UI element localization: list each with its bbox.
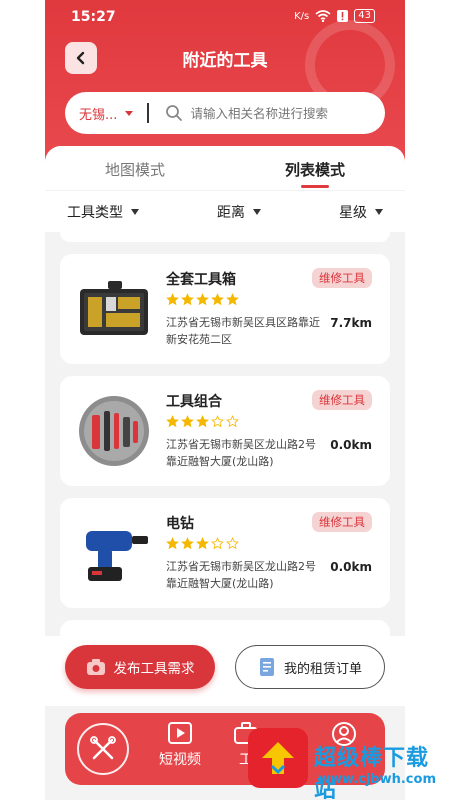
star-filled-icon <box>181 415 194 428</box>
star-filled-icon <box>226 293 239 306</box>
category-tag: 维修工具 <box>312 390 372 410</box>
star-filled-icon <box>166 537 179 550</box>
city-label: 无锡... <box>79 107 118 123</box>
download-logo-icon <box>248 728 308 788</box>
star-empty-icon <box>226 537 239 550</box>
tool-set-icon <box>78 392 150 470</box>
status-bar: 15:27 K/s 43 <box>45 0 405 34</box>
star-filled-icon <box>196 537 209 550</box>
tab-tools-home[interactable] <box>77 723 129 775</box>
star-empty-icon <box>226 415 239 428</box>
status-time: 15:27 <box>71 9 116 25</box>
watermark-title: 超级棒下载站 <box>314 746 430 800</box>
star-empty-icon <box>211 415 224 428</box>
filter-rating[interactable]: 星级 <box>339 202 383 222</box>
orders-label: 我的租赁订单 <box>283 661 362 677</box>
star-filled-icon <box>196 293 209 306</box>
star-filled-icon <box>196 415 209 428</box>
caret-down-icon <box>125 110 134 116</box>
status-icons: K/s 43 <box>294 9 375 23</box>
tab-short-video[interactable]: 短视频 <box>159 721 201 769</box>
search-input[interactable] <box>190 105 381 121</box>
tool-distance: 0.0km <box>330 438 372 452</box>
battery-indicator: 43 <box>354 9 375 23</box>
filter-label: 星级 <box>339 204 367 221</box>
star-empty-icon <box>211 537 224 550</box>
star-filled-icon <box>181 293 194 306</box>
category-tag: 维修工具 <box>312 512 372 532</box>
star-filled-icon <box>211 293 224 306</box>
document-icon <box>259 658 274 676</box>
camera-icon <box>86 659 105 675</box>
app-screen: 15:27 K/s 43 附近的工具 无锡... 地图模式 列表模式 工具类型 <box>45 0 405 800</box>
action-row: 发布工具需求 我的租赁订单 <box>45 636 405 706</box>
my-orders-button[interactable]: 我的租赁订单 <box>235 645 385 689</box>
search-icon[interactable] <box>165 104 183 122</box>
filter-label: 距离 <box>217 204 245 221</box>
tab-label: 短视频 <box>159 752 201 768</box>
tool-address: 江苏省无锡市新吴区具区路靠近新安花苑二区 <box>166 316 320 346</box>
triangle-down-icon <box>253 208 261 215</box>
search-divider <box>147 103 149 123</box>
star-filled-icon <box>166 293 179 306</box>
tool-distance: 0.0km <box>330 560 372 574</box>
rating-stars <box>166 293 239 306</box>
search-bar: 无锡... <box>65 92 385 134</box>
filter-tool-type[interactable]: 工具类型 <box>67 202 139 222</box>
tab-list-mode[interactable]: 列表模式 <box>225 146 405 190</box>
rating-stars <box>166 415 239 428</box>
list-item-partial[interactable] <box>60 232 390 242</box>
tool-name: 工具组合 <box>166 394 222 410</box>
view-mode-tabs: 地图模式 列表模式 <box>45 146 405 190</box>
star-filled-icon <box>166 415 179 428</box>
tool-name: 电钻 <box>166 516 194 532</box>
tool-name: 全套工具箱 <box>166 272 236 288</box>
rating-stars <box>166 537 239 550</box>
play-icon <box>168 722 192 744</box>
tools-cross-icon <box>90 736 116 760</box>
tool-card[interactable]: 电钻 维修工具 江苏省无锡市新吴区龙山路2号靠近融智大厦(龙山路) 0.0km <box>60 498 390 608</box>
category-tag: 维修工具 <box>312 268 372 288</box>
drill-icon <box>78 514 150 592</box>
filter-bar: 工具类型 距离 星级 <box>45 190 405 232</box>
triangle-down-icon <box>375 208 383 215</box>
filter-label: 工具类型 <box>67 204 123 221</box>
wifi-icon <box>315 10 331 22</box>
page-header: 附近的工具 <box>45 38 405 78</box>
alert-icon <box>337 10 349 22</box>
watermark: 超级棒下载站 www.cjbwh.com <box>248 726 448 800</box>
tool-card[interactable]: 工具组合 维修工具 江苏省无锡市新吴区龙山路2号靠近融智大厦(龙山路) 0.0k… <box>60 376 390 486</box>
tool-card[interactable]: 全套工具箱 维修工具 江苏省无锡市新吴区具区路靠近新安花苑二区 7.7km <box>60 254 390 364</box>
tool-address: 江苏省无锡市新吴区龙山路2号靠近融智大厦(龙山路) <box>166 438 316 468</box>
page-title: 附近的工具 <box>182 51 268 71</box>
publish-demand-button[interactable]: 发布工具需求 <box>65 645 215 689</box>
toolbox-icon <box>78 270 150 348</box>
tab-map-mode[interactable]: 地图模式 <box>45 146 225 190</box>
publish-label: 发布工具需求 <box>113 661 195 677</box>
tool-address: 江苏省无锡市新吴区龙山路2号靠近融智大厦(龙山路) <box>166 560 316 590</box>
filter-distance[interactable]: 距离 <box>217 202 261 222</box>
watermark-url: www.cjbwh.com <box>318 772 436 787</box>
star-filled-icon <box>181 537 194 550</box>
city-selector[interactable]: 无锡... <box>65 104 147 123</box>
content-panel: 地图模式 列表模式 工具类型 距离 星级 全套工具箱 维修工具 江苏省无锡市新吴… <box>45 146 405 651</box>
triangle-down-icon <box>131 208 139 215</box>
net-speed: K/s <box>294 10 310 22</box>
tool-distance: 7.7km <box>330 316 372 330</box>
